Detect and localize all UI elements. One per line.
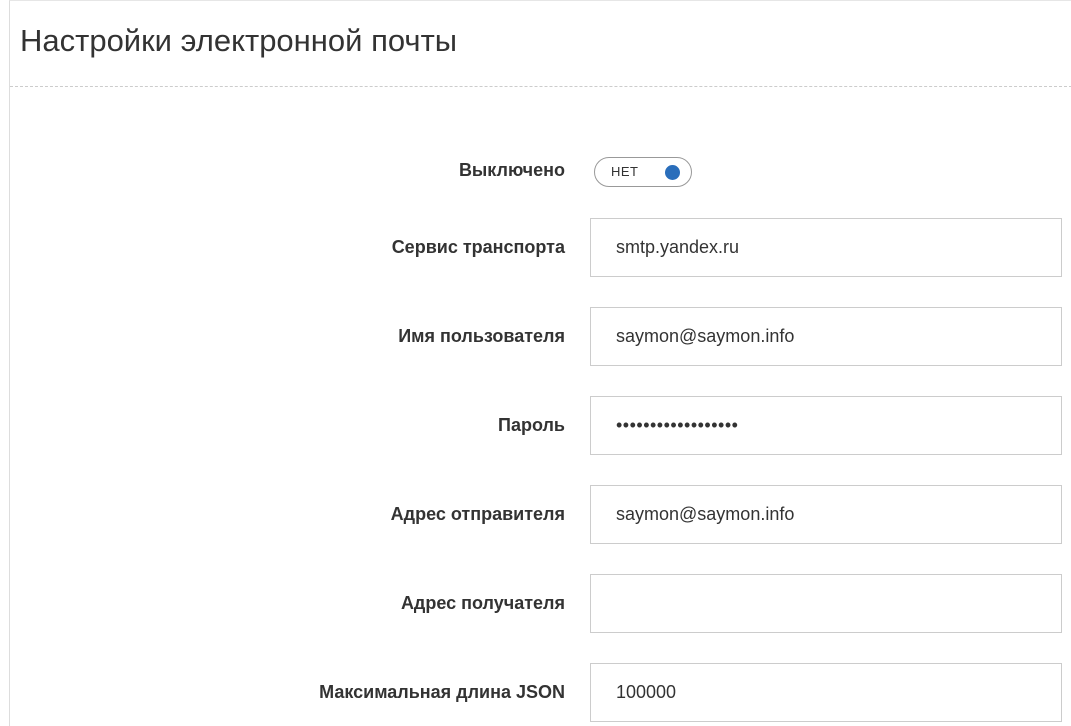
- email-settings-panel: Настройки электронной почты Выключено НЕ…: [9, 0, 1071, 726]
- password-label: Пароль: [498, 415, 565, 435]
- max-json-input[interactable]: [590, 663, 1062, 722]
- disabled-toggle[interactable]: НЕТ: [594, 157, 692, 187]
- max-json-label: Максимальная длина JSON: [319, 682, 565, 702]
- toggle-knob: [665, 165, 680, 180]
- sender-label: Адрес отправителя: [390, 504, 565, 524]
- username-label: Имя пользователя: [398, 326, 565, 346]
- panel-header: Настройки электронной почты: [10, 1, 1071, 87]
- sender-input[interactable]: [590, 485, 1062, 544]
- disabled-label: Выключено: [458, 160, 565, 180]
- username-input[interactable]: [590, 307, 1062, 366]
- transport-label: Сервис транспорта: [391, 237, 565, 257]
- page-title: Настройки электронной почты: [20, 23, 458, 58]
- recipient-input[interactable]: [590, 574, 1062, 633]
- recipient-label: Адрес получателя: [400, 593, 565, 613]
- password-input[interactable]: [590, 396, 1062, 455]
- toggle-state-text: НЕТ: [611, 164, 639, 179]
- transport-input[interactable]: [590, 218, 1062, 277]
